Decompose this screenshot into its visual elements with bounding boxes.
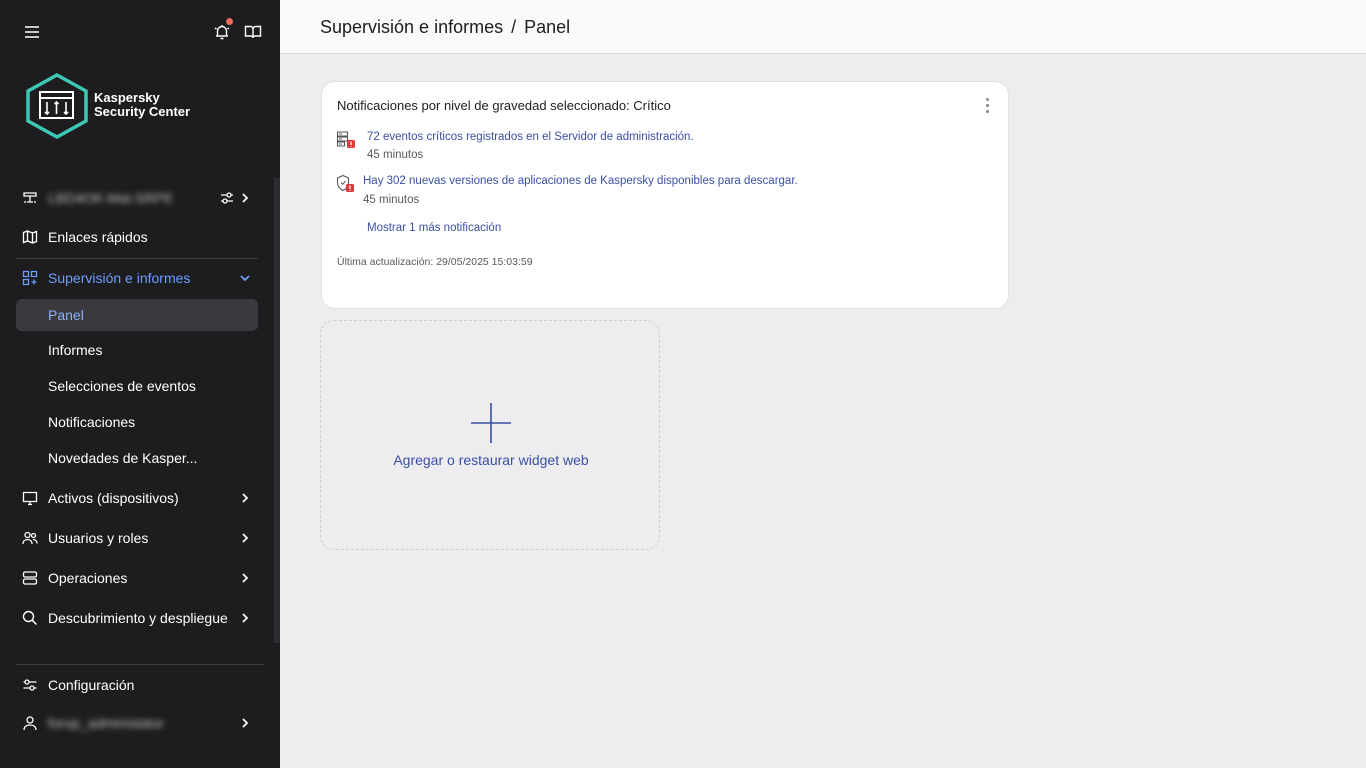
- sidebar-item-label: Panel: [48, 307, 84, 323]
- chevron-right-icon: [238, 531, 252, 545]
- chevron-right-icon: [238, 491, 252, 505]
- logo-line-2: Security Center: [94, 104, 191, 119]
- plus-icon: [470, 402, 512, 444]
- chevron-right-icon: [238, 191, 252, 205]
- product-name: Kaspersky Security Center: [94, 91, 190, 119]
- sidebar-scrollbar[interactable]: [274, 178, 280, 643]
- sidebar-item-label: Configuración: [48, 677, 135, 693]
- sidebar-item-label: Descubrimiento y despliegue: [48, 610, 228, 626]
- breadcrumb-current-page: Panel: [524, 17, 571, 37]
- breadcrumb: Supervisión e informes / Panel: [320, 17, 570, 38]
- kaspersky-hexagon-logo-icon: [26, 73, 88, 139]
- sidebar-item-label: Usuarios y roles: [48, 530, 149, 546]
- user-icon: [22, 715, 38, 731]
- sidebar-item-label: Operaciones: [48, 570, 128, 586]
- sidebar-item-server[interactable]: LBD4OK-Mai-SRPE: [16, 182, 258, 214]
- kaspersky-logo: Kaspersky Security Center: [24, 72, 224, 140]
- sidebar-divider: [16, 664, 264, 665]
- hamburger-menu-icon[interactable]: [22, 22, 42, 42]
- sidebar-item-label: Enlaces rápidos: [48, 229, 148, 245]
- widget-title: Notificaciones por nivel de gravedad sel…: [337, 98, 671, 113]
- show-more-notifications-link[interactable]: Mostrar 1 más notificación: [367, 222, 501, 234]
- server-icon: [22, 190, 38, 206]
- sidebar-topbar: [0, 18, 280, 44]
- notification-item: 72 eventos críticos registrados en el Se…: [336, 130, 996, 166]
- page-header: Supervisión e informes / Panel: [280, 0, 1366, 54]
- monitor-icon: [22, 490, 38, 506]
- sidebar-item-users-roles[interactable]: Usuarios y roles: [16, 522, 258, 554]
- sidebar-subitem-panel[interactable]: Panel: [16, 299, 258, 331]
- documentation-book-icon[interactable]: [243, 22, 263, 42]
- chevron-right-icon: [238, 571, 252, 585]
- operations-stack-icon: [22, 570, 38, 586]
- severity-notifications-widget: Notificaciones por nivel de gravedad sel…: [321, 81, 1009, 309]
- add-widget-button[interactable]: Agregar o restaurar widget web: [320, 320, 660, 550]
- notification-link[interactable]: 72 eventos críticos registrados en el Se…: [367, 131, 694, 143]
- sidebar-divider: [16, 258, 258, 259]
- shield-alert-icon: [336, 174, 356, 194]
- dashboard-grid-icon: [22, 270, 38, 286]
- chevron-right-icon: [238, 611, 252, 625]
- sidebar-item-label: Notificaciones: [48, 414, 136, 430]
- settings-sliders-icon: [22, 677, 38, 693]
- sidebar-item-quick-links[interactable]: Enlaces rápidos: [16, 221, 258, 253]
- sidebar-item-settings[interactable]: Configuración: [16, 669, 258, 701]
- notification-link[interactable]: Hay 302 nuevas versiones de aplicaciones…: [363, 175, 798, 187]
- sidebar-item-label: Supervisión e informes: [48, 270, 191, 286]
- map-icon: [22, 229, 38, 245]
- sidebar: Kaspersky Security Center LBD4OK-Mai-SRP…: [0, 0, 280, 768]
- sidebar-subitem-kaspersky-news[interactable]: Novedades de Kasper...: [16, 442, 258, 474]
- notification-badge: [226, 18, 233, 25]
- sidebar-item-user-account[interactable]: forop_administator: [16, 707, 258, 739]
- notification-time: 45 minutos: [367, 149, 424, 161]
- notification-time: 45 minutos: [363, 194, 420, 206]
- server-settings-sliders-icon[interactable]: [218, 189, 236, 207]
- add-widget-label: Agregar o restaurar widget web: [393, 452, 589, 468]
- search-icon: [22, 610, 38, 626]
- breadcrumb-separator: /: [511, 17, 517, 37]
- breadcrumb-section[interactable]: Supervisión e informes: [320, 17, 503, 37]
- widget-more-options-icon[interactable]: [984, 98, 990, 114]
- logo-line-1: Kaspersky: [94, 90, 160, 105]
- sidebar-item-operations[interactable]: Operaciones: [16, 562, 258, 594]
- chevron-down-icon: [238, 271, 252, 285]
- sidebar-subitem-notifications[interactable]: Notificaciones: [16, 406, 258, 438]
- user-name: forop_administator: [48, 715, 164, 731]
- notifications-bell-icon[interactable]: [211, 18, 233, 43]
- server-alert-icon: [336, 130, 356, 150]
- sidebar-item-assets[interactable]: Activos (dispositivos): [16, 482, 258, 514]
- sidebar-subitem-event-selections[interactable]: Selecciones de eventos: [16, 370, 258, 402]
- chevron-right-icon: [238, 716, 252, 730]
- users-icon: [22, 530, 38, 546]
- sidebar-subitem-reports[interactable]: Informes: [16, 334, 258, 366]
- sidebar-item-label: Informes: [48, 342, 103, 358]
- sidebar-item-label: Novedades de Kasper...: [48, 450, 198, 466]
- notification-item: Hay 302 nuevas versiones de aplicaciones…: [336, 174, 996, 210]
- server-name: LBD4OK-Mai-SRPE: [48, 190, 174, 206]
- sidebar-item-monitoring-reports[interactable]: Supervisión e informes: [16, 262, 258, 294]
- sidebar-item-discovery-deployment[interactable]: Descubrimiento y despliegue: [16, 602, 258, 634]
- sidebar-item-label: Selecciones de eventos: [48, 378, 196, 394]
- last-update-timestamp: Última actualización: 29/05/2025 15:03:5…: [337, 256, 533, 268]
- sidebar-item-label: Activos (dispositivos): [48, 490, 179, 506]
